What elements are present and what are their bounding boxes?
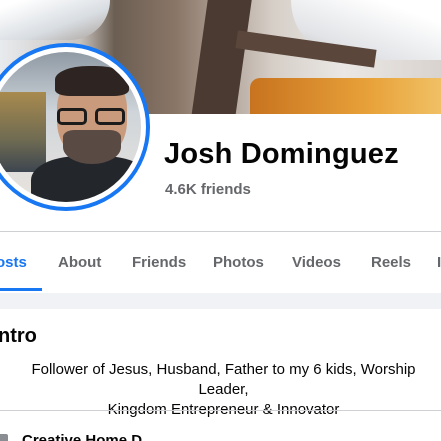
avatar-detail — [55, 66, 129, 96]
tab-reels[interactable]: Reels — [371, 254, 411, 271]
friends-count-link[interactable]: 4.6K friends — [165, 181, 251, 198]
tab-more[interactable]: I — [437, 254, 441, 271]
avatar-background — [0, 92, 46, 172]
tab-about[interactable]: About — [58, 254, 101, 271]
avatar-detail — [63, 130, 121, 164]
cover-photo-detail — [0, 0, 110, 40]
profile-tabs: osts About Friends Photos Videos Reels I — [0, 232, 441, 292]
tab-photos[interactable]: Photos — [213, 254, 264, 271]
tab-friends[interactable]: Friends — [132, 254, 186, 271]
avatar-glasses — [53, 108, 131, 126]
cover-photo-detail — [189, 0, 255, 114]
avatar[interactable] — [0, 52, 141, 202]
briefcase-icon — [0, 434, 8, 441]
profile-name: Josh Dominguez — [164, 138, 399, 170]
tab-videos[interactable]: Videos — [292, 254, 341, 271]
tab-posts[interactable]: osts — [0, 254, 27, 271]
intro-bio: Follower of Jesus, Husband, Father to my… — [0, 360, 441, 420]
intro-divider — [0, 410, 441, 411]
active-tab-indicator — [0, 288, 42, 291]
cover-photo-detail — [250, 78, 441, 114]
intro-heading: ntro — [0, 325, 37, 347]
work-label: Creative Home D — [22, 432, 143, 441]
bio-line: Follower of Jesus, Husband, Father to my… — [31, 361, 416, 398]
